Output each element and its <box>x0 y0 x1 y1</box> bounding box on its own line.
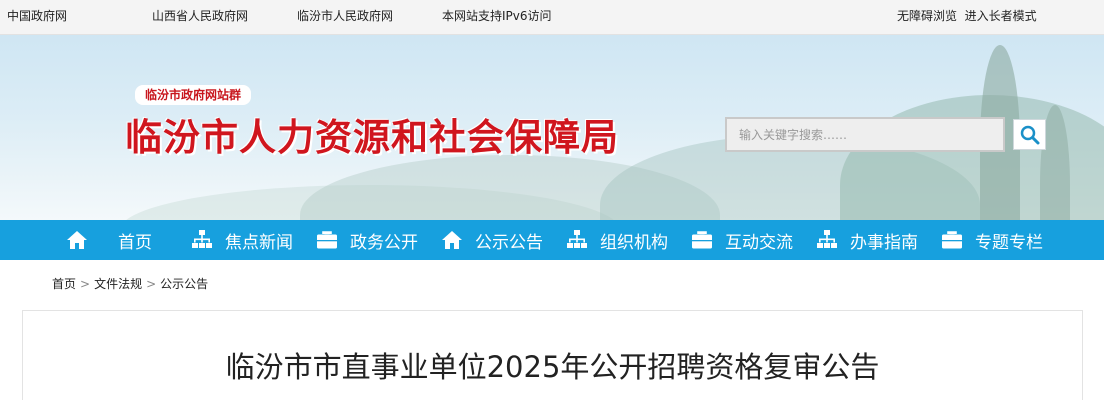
top-bar: 中国政府网 山西省人民政府网 临汾市人民政府网 本网站支持IPv6访问 无障碍浏… <box>0 0 1104 35</box>
home-icon <box>66 229 88 251</box>
briefcase-icon <box>316 229 338 251</box>
header-banner: 临汾市政府网站群 临汾市人力资源和社会保障局 <box>0 35 1104 220</box>
search-box <box>725 117 1005 152</box>
search-button[interactable] <box>1013 119 1046 150</box>
link-shanxi-gov[interactable]: 山西省人民政府网 <box>152 7 248 24</box>
briefcase-icon <box>691 229 713 251</box>
nav-item-label: 互动交流 <box>725 232 793 253</box>
nav-item-special-topics[interactable]: 专题专栏 <box>941 220 1043 260</box>
breadcrumb-separator: > <box>80 277 91 291</box>
nav-item-label: 专题专栏 <box>975 232 1043 253</box>
breadcrumb-regulations[interactable]: 文件法规 <box>94 277 142 291</box>
nav-item-announcements[interactable]: 公示公告 <box>441 220 543 260</box>
nav-item-label: 组织机构 <box>600 232 668 253</box>
sitemap-icon <box>566 229 588 251</box>
accessibility-link[interactable]: 无障碍浏览 进入长者模式 <box>897 7 1037 24</box>
site-group-badge: 临汾市政府网站群 <box>135 85 252 105</box>
ipv6-notice: 本网站支持IPv6访问 <box>442 9 552 23</box>
nav-item-label: 政务公开 <box>350 232 418 253</box>
breadcrumb-separator: > <box>146 277 157 291</box>
home-icon <box>441 229 463 251</box>
nav-item-focus-news[interactable]: 焦点新闻 <box>191 220 293 260</box>
article-title: 临汾市市直事业单位2025年公开招聘资格复审公告 <box>225 350 880 384</box>
breadcrumb: 首页 > 文件法规 > 公示公告 <box>52 275 208 292</box>
main-nav: 首页 焦点新闻 政务公开 公示公告 组织机构 互动交流 办事指南 专题专栏 <box>0 220 1104 260</box>
nav-item-home[interactable]: 首页 <box>66 220 152 260</box>
link-linfen-gov[interactable]: 临汾市人民政府网 <box>297 7 393 24</box>
sitemap-icon <box>191 229 213 251</box>
nav-item-label: 公示公告 <box>475 232 543 253</box>
search-input[interactable] <box>727 119 1003 150</box>
breadcrumb-home[interactable]: 首页 <box>52 277 76 291</box>
site-title: 临汾市人力资源和社会保障局 <box>125 115 619 159</box>
breadcrumb-announcements[interactable]: 公示公告 <box>160 277 208 291</box>
nav-item-label: 首页 <box>118 232 152 253</box>
nav-item-organization[interactable]: 组织机构 <box>566 220 668 260</box>
nav-item-label: 办事指南 <box>850 232 918 253</box>
briefcase-icon <box>941 229 963 251</box>
nav-item-label: 焦点新闻 <box>225 232 293 253</box>
nav-item-government-affairs[interactable]: 政务公开 <box>316 220 418 260</box>
nav-item-service-guide[interactable]: 办事指南 <box>816 220 918 260</box>
nav-item-interaction[interactable]: 互动交流 <box>691 220 793 260</box>
article-card: 临汾市市直事业单位2025年公开招聘资格复审公告 <box>22 310 1083 400</box>
link-china-gov[interactable]: 中国政府网 <box>7 7 67 24</box>
sitemap-icon <box>816 229 838 251</box>
